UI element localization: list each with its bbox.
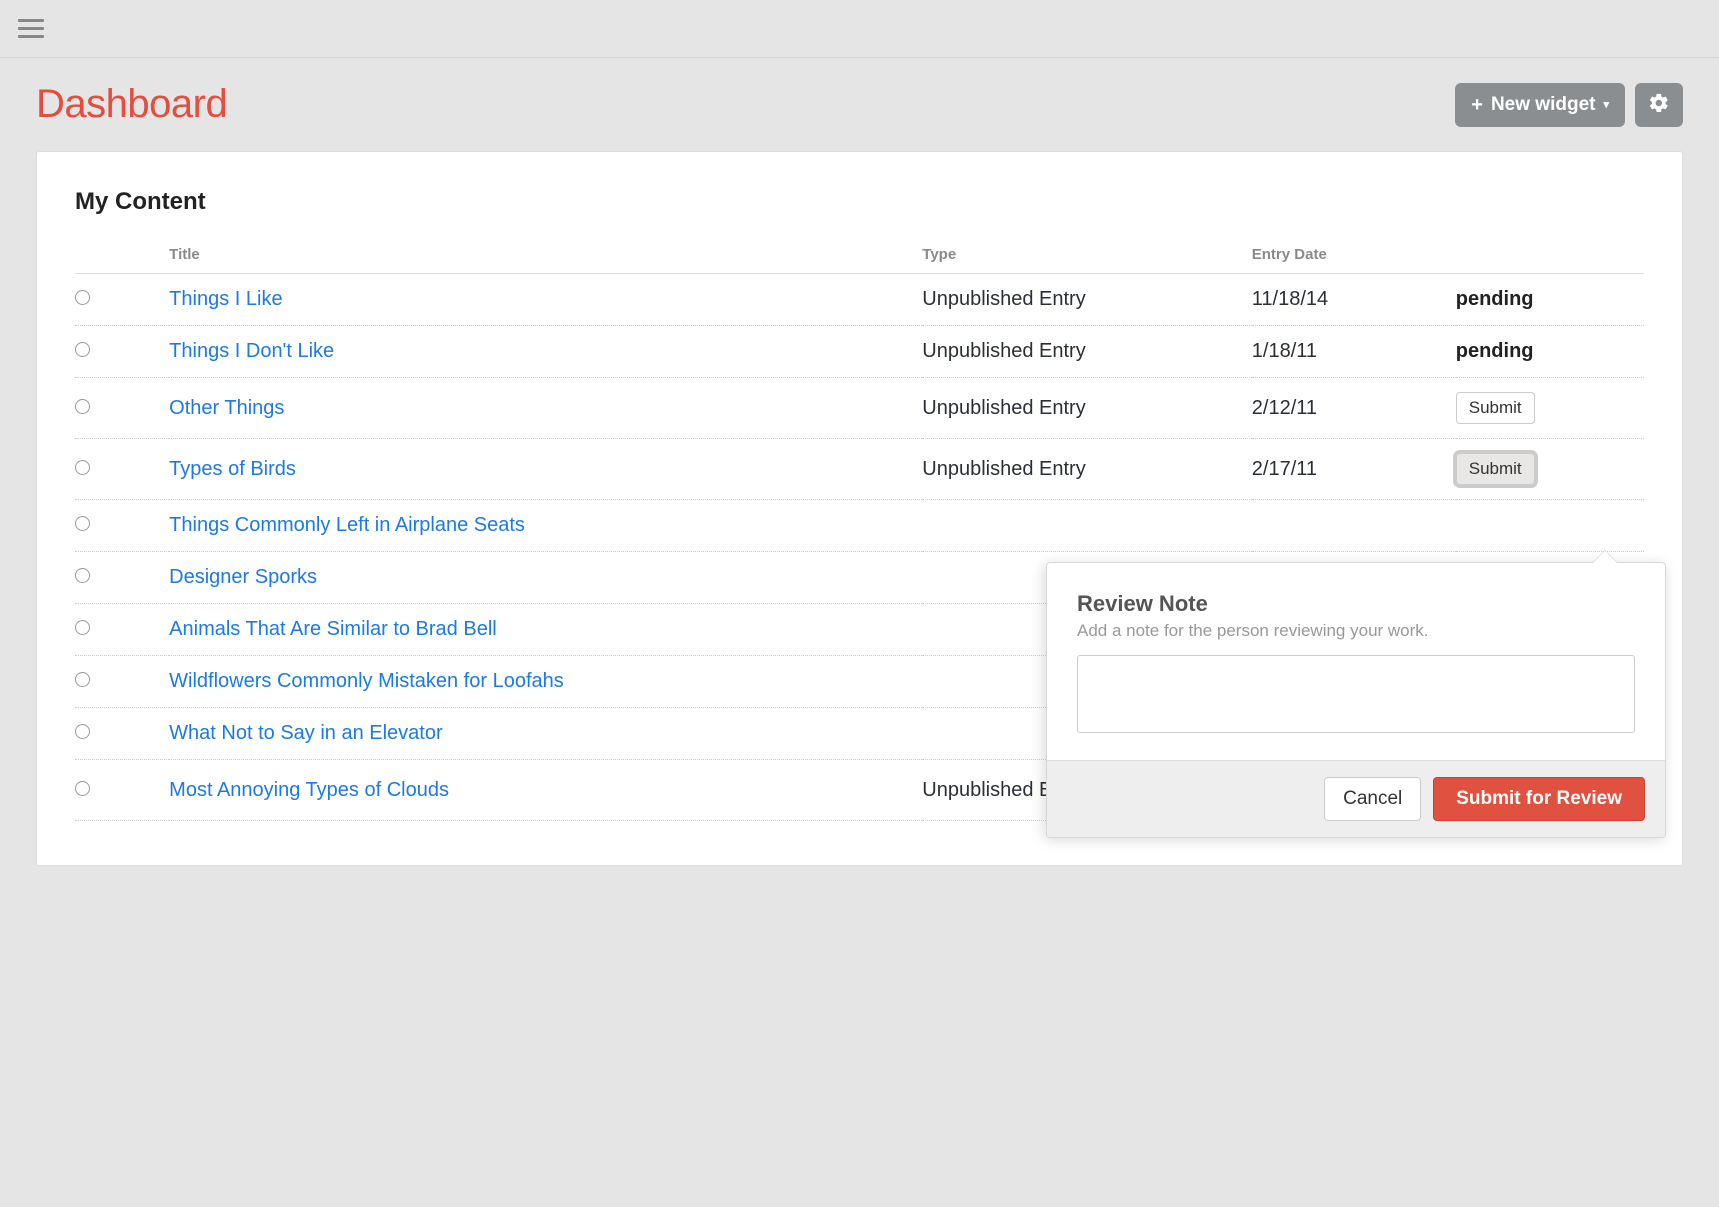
gear-icon (1648, 92, 1670, 117)
chevron-down-icon: ▾ (1603, 98, 1609, 111)
table-row: Things Commonly Left in Airplane Seats (75, 500, 1644, 552)
submit-for-review-button[interactable]: Submit for Review (1433, 777, 1645, 821)
entry-type: Unpublished Entry (922, 274, 1251, 326)
popover-title: Review Note (1077, 591, 1635, 617)
cancel-button[interactable]: Cancel (1324, 777, 1421, 821)
popover-arrow (1593, 551, 1617, 563)
content-panel: My Content Title Type Entry Date Things … (36, 151, 1683, 866)
table-row: Types of Birds Unpublished Entry2/17/11Su… (75, 439, 1644, 500)
entry-title-link[interactable]: Designer Sporks (169, 566, 317, 588)
entry-title-link[interactable]: Things Commonly Left in Airplane Seats (169, 514, 525, 536)
row-selector[interactable] (75, 568, 90, 583)
new-widget-button[interactable]: + New widget ▾ (1455, 83, 1625, 127)
status-pending: pending (1456, 340, 1534, 362)
row-selector[interactable] (75, 342, 90, 357)
status-pending: pending (1456, 288, 1534, 310)
panel-title: My Content (75, 188, 1644, 216)
page-header: Dashboard + New widget ▾ (0, 58, 1719, 137)
row-selector[interactable] (75, 399, 90, 414)
plus-icon: + (1471, 95, 1483, 115)
entry-type: Unpublished Entry (922, 326, 1251, 378)
row-selector[interactable] (75, 516, 90, 531)
entry-title-link[interactable]: Wildflowers Commonly Mistaken for Loofah… (169, 670, 564, 692)
table-row: Things I Don't Like Unpublished Entry1/18… (75, 326, 1644, 378)
entry-date (1252, 500, 1456, 552)
entry-date: 2/12/11 (1252, 378, 1456, 439)
submit-button[interactable]: Submit (1456, 392, 1535, 424)
col-header-date[interactable]: Entry Date (1252, 238, 1456, 274)
review-note-popover: Review Note Add a note for the person re… (1046, 562, 1666, 838)
table-row: Things I Like Unpublished Entry11/18/14pe… (75, 274, 1644, 326)
entry-date: 11/18/14 (1252, 274, 1456, 326)
entry-title-link[interactable]: Things I Like (169, 288, 282, 310)
row-selector[interactable] (75, 672, 90, 687)
settings-button[interactable] (1635, 83, 1683, 127)
col-header-title[interactable]: Title (169, 238, 922, 274)
row-selector[interactable] (75, 781, 90, 796)
topbar (0, 0, 1719, 58)
row-selector[interactable] (75, 620, 90, 635)
new-widget-label: New widget (1491, 94, 1596, 116)
popover-subtitle: Add a note for the person reviewing your… (1077, 621, 1635, 641)
entry-date: 2/17/11 (1252, 439, 1456, 500)
entry-date: 1/18/11 (1252, 326, 1456, 378)
col-header-type[interactable]: Type (922, 238, 1251, 274)
entry-type: Unpublished Entry (922, 439, 1251, 500)
entry-type: Unpublished Entry (922, 378, 1251, 439)
submit-button[interactable]: Submit (1456, 453, 1535, 485)
entry-title-link[interactable]: What Not to Say in an Elevator (169, 722, 442, 744)
entry-title-link[interactable]: Types of Birds (169, 458, 296, 480)
header-actions: + New widget ▾ (1455, 83, 1683, 127)
row-selector[interactable] (75, 460, 90, 475)
entry-type (922, 500, 1251, 552)
entry-title-link[interactable]: Things I Don't Like (169, 340, 334, 362)
review-note-input[interactable] (1077, 655, 1635, 733)
row-selector[interactable] (75, 290, 90, 305)
table-row: Other Things Unpublished Entry2/12/11Subm… (75, 378, 1644, 439)
entry-title-link[interactable]: Other Things (169, 397, 284, 419)
page-title: Dashboard (36, 82, 227, 127)
entry-title-link[interactable]: Most Annoying Types of Clouds (169, 779, 449, 801)
entry-title-link[interactable]: Animals That Are Similar to Brad Bell (169, 618, 497, 640)
hamburger-menu-icon[interactable] (18, 19, 44, 38)
row-selector[interactable] (75, 724, 90, 739)
